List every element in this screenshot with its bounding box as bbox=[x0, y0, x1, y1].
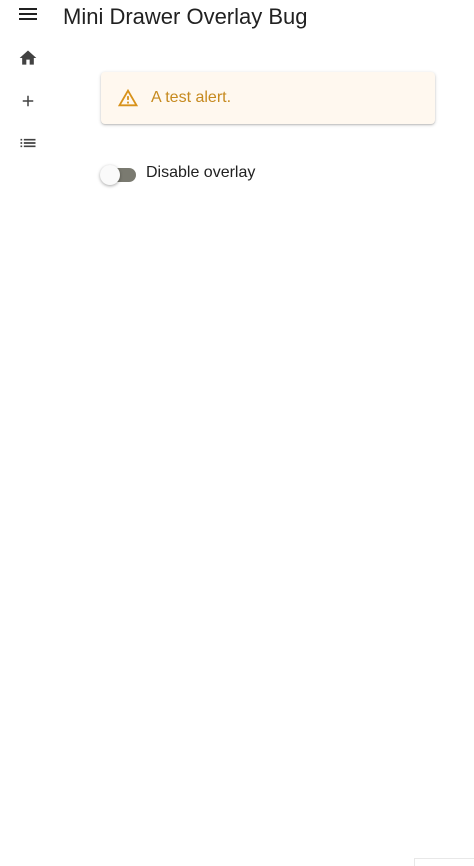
disable-overlay-switch[interactable] bbox=[100, 163, 136, 185]
corner-divider bbox=[414, 858, 474, 866]
drawer-item-list[interactable] bbox=[12, 129, 44, 161]
list-icon bbox=[18, 133, 38, 158]
switch-thumb[interactable] bbox=[100, 165, 120, 185]
warning-alert: A test alert. bbox=[101, 72, 435, 124]
disable-overlay-label[interactable]: Disable overlay bbox=[146, 164, 255, 182]
alert-message: A test alert. bbox=[151, 89, 232, 106]
home-icon bbox=[18, 48, 38, 73]
drawer-item-add[interactable] bbox=[12, 87, 44, 119]
warning-icon bbox=[117, 87, 139, 109]
drawer-item-home[interactable] bbox=[12, 44, 44, 76]
menu-icon bbox=[18, 6, 38, 27]
menu-button[interactable] bbox=[12, 0, 44, 32]
disable-overlay-control: Disable overlay bbox=[100, 161, 255, 185]
page-title: Mini Drawer Overlay Bug bbox=[63, 4, 308, 29]
app-root: Mini Drawer Overlay Bug A test alert. Di… bbox=[0, 0, 474, 866]
add-icon bbox=[19, 92, 37, 115]
